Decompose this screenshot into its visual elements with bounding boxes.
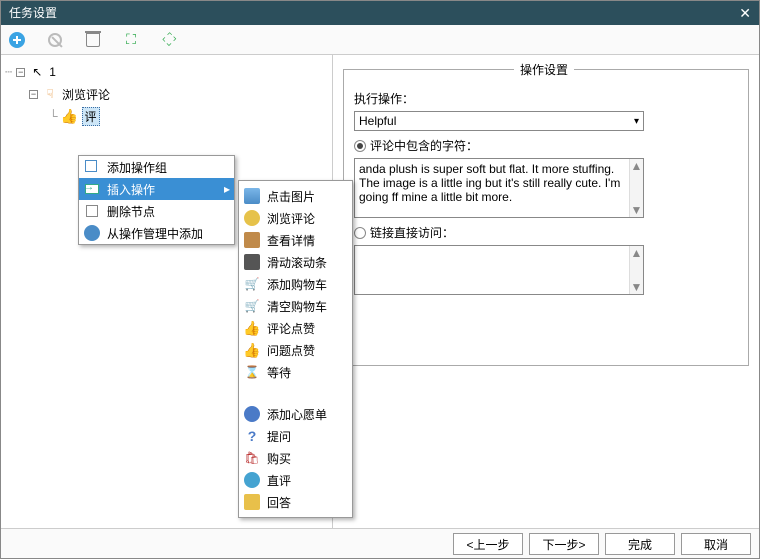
exec-label: 执行操作： bbox=[354, 90, 738, 107]
sub-review[interactable]: 直评 bbox=[239, 469, 352, 491]
chevron-right-icon: ▸ bbox=[224, 182, 230, 196]
sub-wishlist[interactable]: 添加心愿单 bbox=[239, 403, 352, 425]
tree-item-label[interactable]: 浏览评论 bbox=[62, 86, 110, 103]
sub-click-image[interactable]: 点击图片 bbox=[239, 185, 352, 207]
reply-icon bbox=[244, 494, 260, 510]
exec-select[interactable]: Helpful ▾ bbox=[354, 111, 644, 131]
window-title: 任务设置 bbox=[9, 1, 57, 25]
detail-icon bbox=[244, 232, 260, 248]
sub-buy[interactable]: 🛍购买 bbox=[239, 447, 352, 469]
link-textarea[interactable]: ▲▼ bbox=[354, 245, 644, 295]
thumb-up-icon: 👍 bbox=[243, 342, 260, 359]
radio-direct-link[interactable] bbox=[354, 227, 366, 239]
sub-like-question[interactable]: 👍问题点赞 bbox=[239, 339, 352, 361]
radio-label: 评论中包含的字符： bbox=[370, 137, 478, 154]
tree-item-label[interactable]: 1 bbox=[49, 65, 56, 79]
cancel-button[interactable]: 取消 bbox=[681, 533, 751, 555]
thumb-up-icon: 👍 bbox=[62, 108, 78, 124]
finish-button[interactable]: 完成 bbox=[605, 533, 675, 555]
wishlist-icon bbox=[244, 406, 260, 422]
sub-empty-cart[interactable]: 🛒清空购物车 bbox=[239, 295, 352, 317]
sub-scroll[interactable]: 滑动滚动条 bbox=[239, 251, 352, 273]
hourglass-icon: ⌛ bbox=[245, 365, 260, 379]
question-icon: ? bbox=[248, 428, 257, 444]
sub-ask[interactable]: ?提问 bbox=[239, 425, 352, 447]
scrollbar[interactable]: ▲▼ bbox=[629, 159, 643, 217]
tree-item-selected[interactable]: 评 bbox=[82, 107, 100, 126]
delete-button[interactable] bbox=[83, 30, 103, 50]
chevron-down-icon: ▾ bbox=[634, 116, 639, 127]
sub-browse-review[interactable]: 浏览评论 bbox=[239, 207, 352, 229]
cursor-icon: ↖ bbox=[29, 64, 45, 80]
trash-icon bbox=[83, 202, 101, 220]
group-icon bbox=[83, 158, 101, 176]
settings-fieldset: 操作设置 执行操作： Helpful ▾ 评论中包含的字符： anda plus… bbox=[343, 61, 749, 366]
sub-view-detail[interactable]: 查看详情 bbox=[239, 229, 352, 251]
insert-icon bbox=[83, 180, 101, 198]
chars-textarea[interactable]: anda plush is super soft but flat. It mo… bbox=[354, 158, 644, 218]
tree-toggle-root[interactable]: − bbox=[16, 68, 25, 77]
next-button[interactable]: 下一步> bbox=[529, 533, 599, 555]
buy-icon: 🛍 bbox=[244, 451, 259, 465]
sub-reply[interactable]: 回答 bbox=[239, 491, 352, 513]
settings-legend: 操作设置 bbox=[514, 61, 574, 78]
scroll-icon bbox=[244, 254, 260, 270]
disable-button[interactable] bbox=[45, 30, 65, 50]
browse-icon bbox=[244, 210, 260, 226]
ctx-add-from-mgr[interactable]: 从操作管理中添加 bbox=[79, 222, 234, 244]
close-icon[interactable]: ✕ bbox=[739, 1, 751, 25]
review-icon bbox=[244, 472, 260, 488]
context-menu: 添加操作组 插入操作 ▸ 删除节点 从操作管理中添加 bbox=[78, 155, 235, 245]
ctx-delete-node[interactable]: 删除节点 bbox=[79, 200, 234, 222]
ctx-add-group[interactable]: 添加操作组 bbox=[79, 156, 234, 178]
cart-icon: 🛒 bbox=[245, 277, 260, 291]
thumb-up-icon: 👍 bbox=[243, 320, 260, 337]
collapse-button[interactable]: ⛶ bbox=[159, 30, 179, 50]
insert-submenu: 点击图片 浏览评论 查看详情 滑动滚动条 🛒添加购物车 🛒清空购物车 👍评论点赞… bbox=[238, 180, 353, 518]
sub-like-review[interactable]: 👍评论点赞 bbox=[239, 317, 352, 339]
tree-toggle-1[interactable]: − bbox=[29, 90, 38, 99]
image-icon bbox=[244, 188, 260, 204]
radio-contains-chars[interactable] bbox=[354, 140, 366, 152]
ctx-insert-op[interactable]: 插入操作 ▸ bbox=[79, 178, 234, 200]
add-button[interactable] bbox=[7, 30, 27, 50]
manager-icon bbox=[83, 224, 101, 242]
hand-icon: ☟ bbox=[42, 86, 58, 102]
prev-button[interactable]: <上一步 bbox=[453, 533, 523, 555]
radio-label: 链接直接访问： bbox=[370, 224, 454, 241]
expand-button[interactable]: ⛶ bbox=[121, 30, 141, 50]
scrollbar[interactable]: ▲▼ bbox=[629, 246, 643, 294]
sub-wait[interactable]: ⌛等待 bbox=[239, 361, 352, 383]
sub-add-cart[interactable]: 🛒添加购物车 bbox=[239, 273, 352, 295]
empty-cart-icon: 🛒 bbox=[245, 299, 260, 313]
